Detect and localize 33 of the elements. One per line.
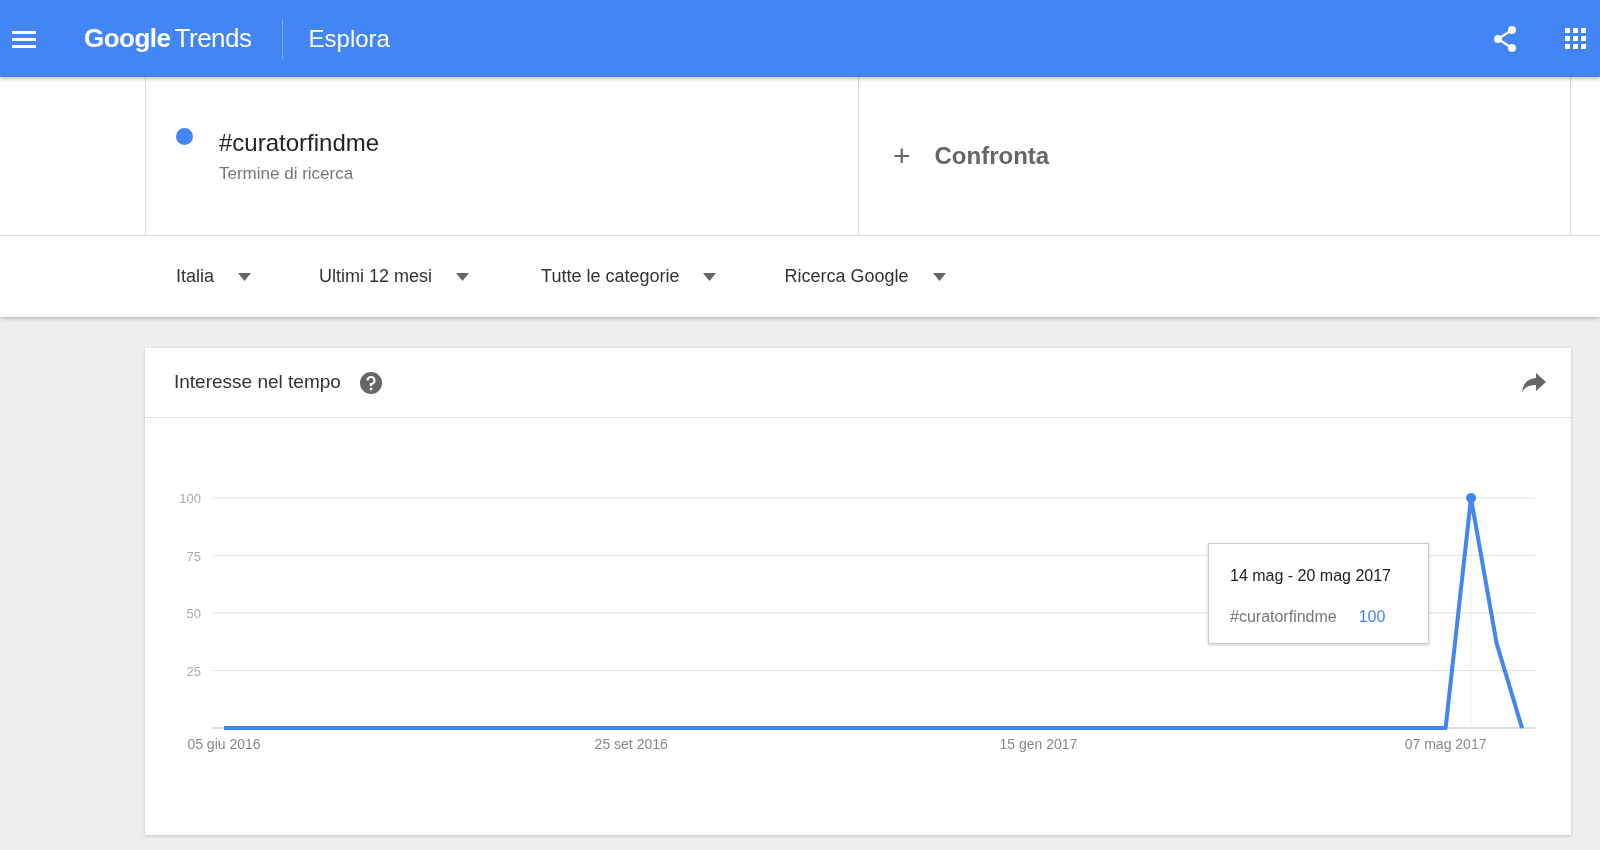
caret-icon: [238, 272, 252, 281]
search-term[interactable]: #curatorfindme: [219, 125, 380, 161]
share-icon[interactable]: [1493, 25, 1517, 52]
x-tick-label: 25 set 2016: [594, 736, 668, 752]
filter-dropdown[interactable]: Ricerca Google: [784, 263, 946, 290]
filter-dropdown[interactable]: Ultimi 12 mesi: [319, 263, 470, 290]
logo-text: Google: [84, 22, 171, 55]
x-tick-label: 05 giu 2016: [187, 736, 261, 752]
caret-icon: [456, 272, 470, 281]
logo-link[interactable]: GoogleTrends: [84, 19, 252, 58]
logo-text: Trends: [174, 22, 252, 55]
help-icon[interactable]: [359, 371, 382, 394]
term-subtitle: Termine di ricerca: [219, 163, 355, 185]
menu-icon[interactable]: [12, 28, 36, 49]
x-tick-label: 07 mag 2017: [1404, 736, 1487, 752]
hover-point: [1466, 493, 1477, 503]
x-tick-label: 15 gen 2017: [999, 736, 1078, 752]
compare-button[interactable]: + Confronta: [893, 138, 1050, 174]
caret-icon: [703, 272, 717, 281]
tooltip-term: #curatorfindme: [1230, 607, 1337, 627]
page-title: Esplora: [308, 23, 390, 54]
filter-dropdown[interactable]: Italia: [176, 263, 252, 290]
y-tick-label: 100: [179, 491, 201, 506]
caret-icon: [932, 272, 946, 281]
apps-grid-icon[interactable]: [1565, 28, 1586, 49]
tooltip-value: 100: [1358, 607, 1386, 627]
filter-dropdown[interactable]: Tutte le categorie: [541, 263, 717, 290]
card-title: Interesse nel tempo: [174, 370, 341, 395]
y-tick-label: 50: [186, 606, 201, 621]
forward-arrow-icon[interactable]: [1522, 372, 1546, 393]
tooltip-date: 14 mag - 20 mag 2017: [1230, 566, 1392, 586]
y-tick-label: 75: [186, 548, 201, 564]
y-tick-label: 25: [186, 663, 201, 679]
